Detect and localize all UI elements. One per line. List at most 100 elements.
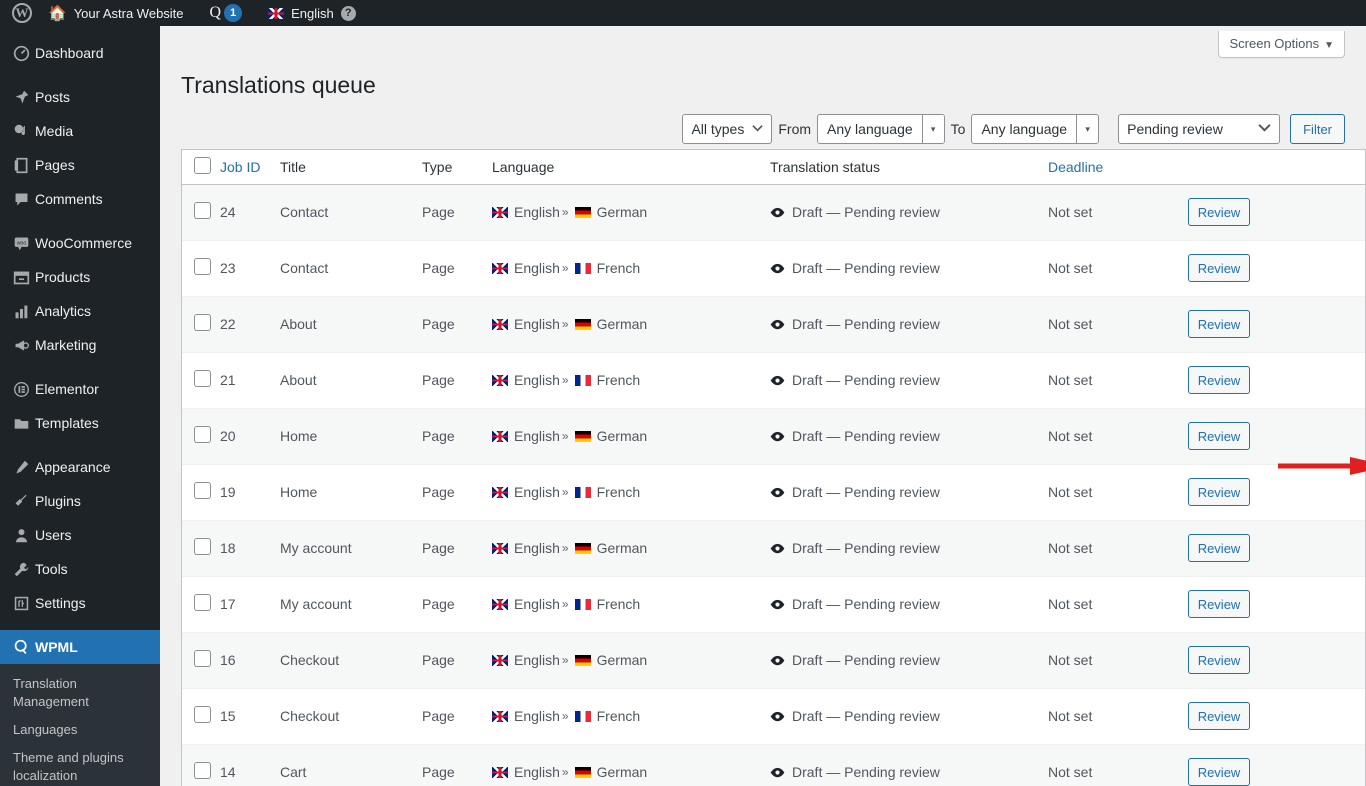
dropdown-arrow-icon[interactable]: ▾ — [1076, 115, 1099, 143]
dropdown-arrow-icon[interactable]: ▾ — [921, 115, 944, 143]
submenu-item-languages[interactable]: Languages — [0, 716, 160, 744]
source-language-label: English — [514, 652, 560, 668]
target-flag-fr-icon — [574, 486, 591, 498]
comments-icon — [13, 191, 35, 208]
cell-translation-status: Draft — Pending review — [770, 688, 1048, 745]
filter-button[interactable]: Filter — [1290, 114, 1345, 144]
source-flag-uk-icon — [492, 262, 508, 274]
review-button[interactable]: Review — [1188, 478, 1250, 506]
eye-icon — [770, 709, 785, 724]
review-button[interactable]: Review — [1188, 198, 1250, 226]
sidebar-separator — [0, 620, 160, 630]
sidebar-item-wpml[interactable]: WPML — [0, 630, 160, 664]
review-button[interactable]: Review — [1188, 366, 1250, 394]
sidebar-item-users[interactable]: Users — [0, 518, 160, 552]
eye-icon — [770, 317, 785, 332]
sidebar-item-elementor[interactable]: Elementor — [0, 372, 160, 406]
row-checkbox[interactable] — [194, 370, 211, 387]
screen-options-button[interactable]: Screen Options ▼ — [1218, 31, 1345, 58]
row-checkbox[interactable] — [194, 258, 211, 275]
language-arrow-icon: » — [561, 765, 569, 779]
language-arrow-icon: » — [561, 205, 569, 219]
cell-language: English» French — [492, 688, 770, 745]
row-checkbox[interactable] — [194, 482, 211, 499]
status-filter-select[interactable]: Pending review — [1118, 114, 1281, 144]
site-name-button[interactable]: 🏠 Your Astra Website — [40, 0, 192, 26]
review-button[interactable]: Review — [1188, 590, 1250, 618]
table-header-row: Job ID Title Type Language Translation s… — [182, 150, 1365, 185]
house-icon: 🏠 — [48, 5, 67, 22]
to-language-select[interactable]: Any language ▾ — [971, 114, 1100, 144]
row-checkbox[interactable] — [194, 706, 211, 723]
to-language-value: Any language — [981, 121, 1068, 137]
table-row: 24 Contact Page English» German Draft — Pendi… — [182, 184, 1365, 241]
type-filter-select[interactable]: All types — [682, 114, 773, 144]
help-icon[interactable]: ? — [340, 5, 356, 21]
column-header-language: Language — [492, 150, 770, 185]
row-checkbox[interactable] — [194, 538, 211, 555]
source-language-label: English — [514, 484, 560, 500]
cell-language: English» German — [492, 744, 770, 786]
status-text: Draft — Pending review — [792, 204, 940, 220]
cell-deadline: Not set — [1048, 576, 1170, 633]
review-button[interactable]: Review — [1188, 310, 1250, 338]
review-button[interactable]: Review — [1188, 534, 1250, 562]
media-icon — [13, 123, 35, 140]
sidebar-item-appearance[interactable]: Appearance — [0, 450, 160, 484]
sidebar-item-tools[interactable]: Tools — [0, 552, 160, 586]
sidebar-item-pages[interactable]: Pages — [0, 148, 160, 182]
review-button[interactable]: Review — [1188, 646, 1250, 674]
cell-type: Page — [422, 296, 492, 353]
submenu-item-theme-and-plugins-localization[interactable]: Theme and plugins localization — [0, 744, 160, 786]
row-checkbox[interactable] — [194, 202, 211, 219]
select-all-checkbox[interactable] — [194, 156, 211, 174]
submenu-item-translation-management[interactable]: Translation Management — [0, 670, 160, 716]
sidebar-item-dashboard[interactable]: Dashboard — [0, 36, 160, 70]
cell-actions: Review — [1170, 240, 1365, 297]
sidebar-item-settings[interactable]: Settings — [0, 586, 160, 620]
column-header-job-id[interactable]: Job ID — [220, 150, 280, 185]
cell-translation-status: Draft — Pending review — [770, 744, 1048, 786]
sidebar-item-posts[interactable]: Posts — [0, 80, 160, 114]
sidebar-item-products[interactable]: Products — [0, 260, 160, 294]
from-language-select[interactable]: Any language ▾ — [817, 114, 945, 144]
review-button[interactable]: Review — [1188, 758, 1250, 786]
cell-language: English» German — [492, 296, 770, 353]
column-header-deadline[interactable]: Deadline — [1048, 150, 1170, 185]
pointer-arrow-annotation — [1278, 457, 1366, 475]
cell-language: English» German — [492, 520, 770, 577]
site-name-label: Your Astra Website — [73, 5, 184, 21]
cell-deadline: Not set — [1048, 744, 1170, 786]
cell-translation-status: Draft — Pending review — [770, 632, 1048, 689]
translations-queue-table-wrapper: Job ID Title Type Language Translation s… — [181, 149, 1366, 786]
wordpress-logo-button[interactable]: W — [0, 0, 40, 26]
row-select-cell — [182, 296, 220, 353]
sidebar-item-plugins[interactable]: Plugins — [0, 484, 160, 518]
sidebar-item-comments[interactable]: Comments — [0, 182, 160, 216]
cell-job-id: 22 — [220, 296, 280, 353]
review-button[interactable]: Review — [1188, 702, 1250, 730]
wpml-adminbar-button[interactable]: Q 1 — [192, 0, 251, 26]
sidebar-item-analytics[interactable]: Analytics — [0, 294, 160, 328]
cell-deadline: Not set — [1048, 184, 1170, 241]
cell-deadline: Not set — [1048, 464, 1170, 521]
sidebar-item-templates[interactable]: Templates — [0, 406, 160, 440]
source-language-label: English — [514, 428, 560, 444]
sidebar-item-media[interactable]: Media — [0, 114, 160, 148]
row-select-cell — [182, 240, 220, 297]
target-flag-fr-icon — [574, 598, 591, 610]
wpml-submenu: Translation Management Languages Theme a… — [0, 664, 160, 786]
language-switcher-button[interactable]: English ? — [250, 0, 364, 26]
row-checkbox[interactable] — [194, 314, 211, 331]
cell-language: English» German — [492, 184, 770, 241]
cell-translation-status: Draft — Pending review — [770, 296, 1048, 353]
row-checkbox[interactable] — [194, 650, 211, 667]
review-button[interactable]: Review — [1188, 422, 1250, 450]
review-button[interactable]: Review — [1188, 254, 1250, 282]
row-checkbox[interactable] — [194, 426, 211, 443]
language-arrow-icon: » — [561, 261, 569, 275]
sidebar-item-woocommerce[interactable]: woo WooCommerce — [0, 226, 160, 260]
row-checkbox[interactable] — [194, 762, 211, 779]
sidebar-item-marketing[interactable]: Marketing — [0, 328, 160, 362]
row-checkbox[interactable] — [194, 594, 211, 611]
